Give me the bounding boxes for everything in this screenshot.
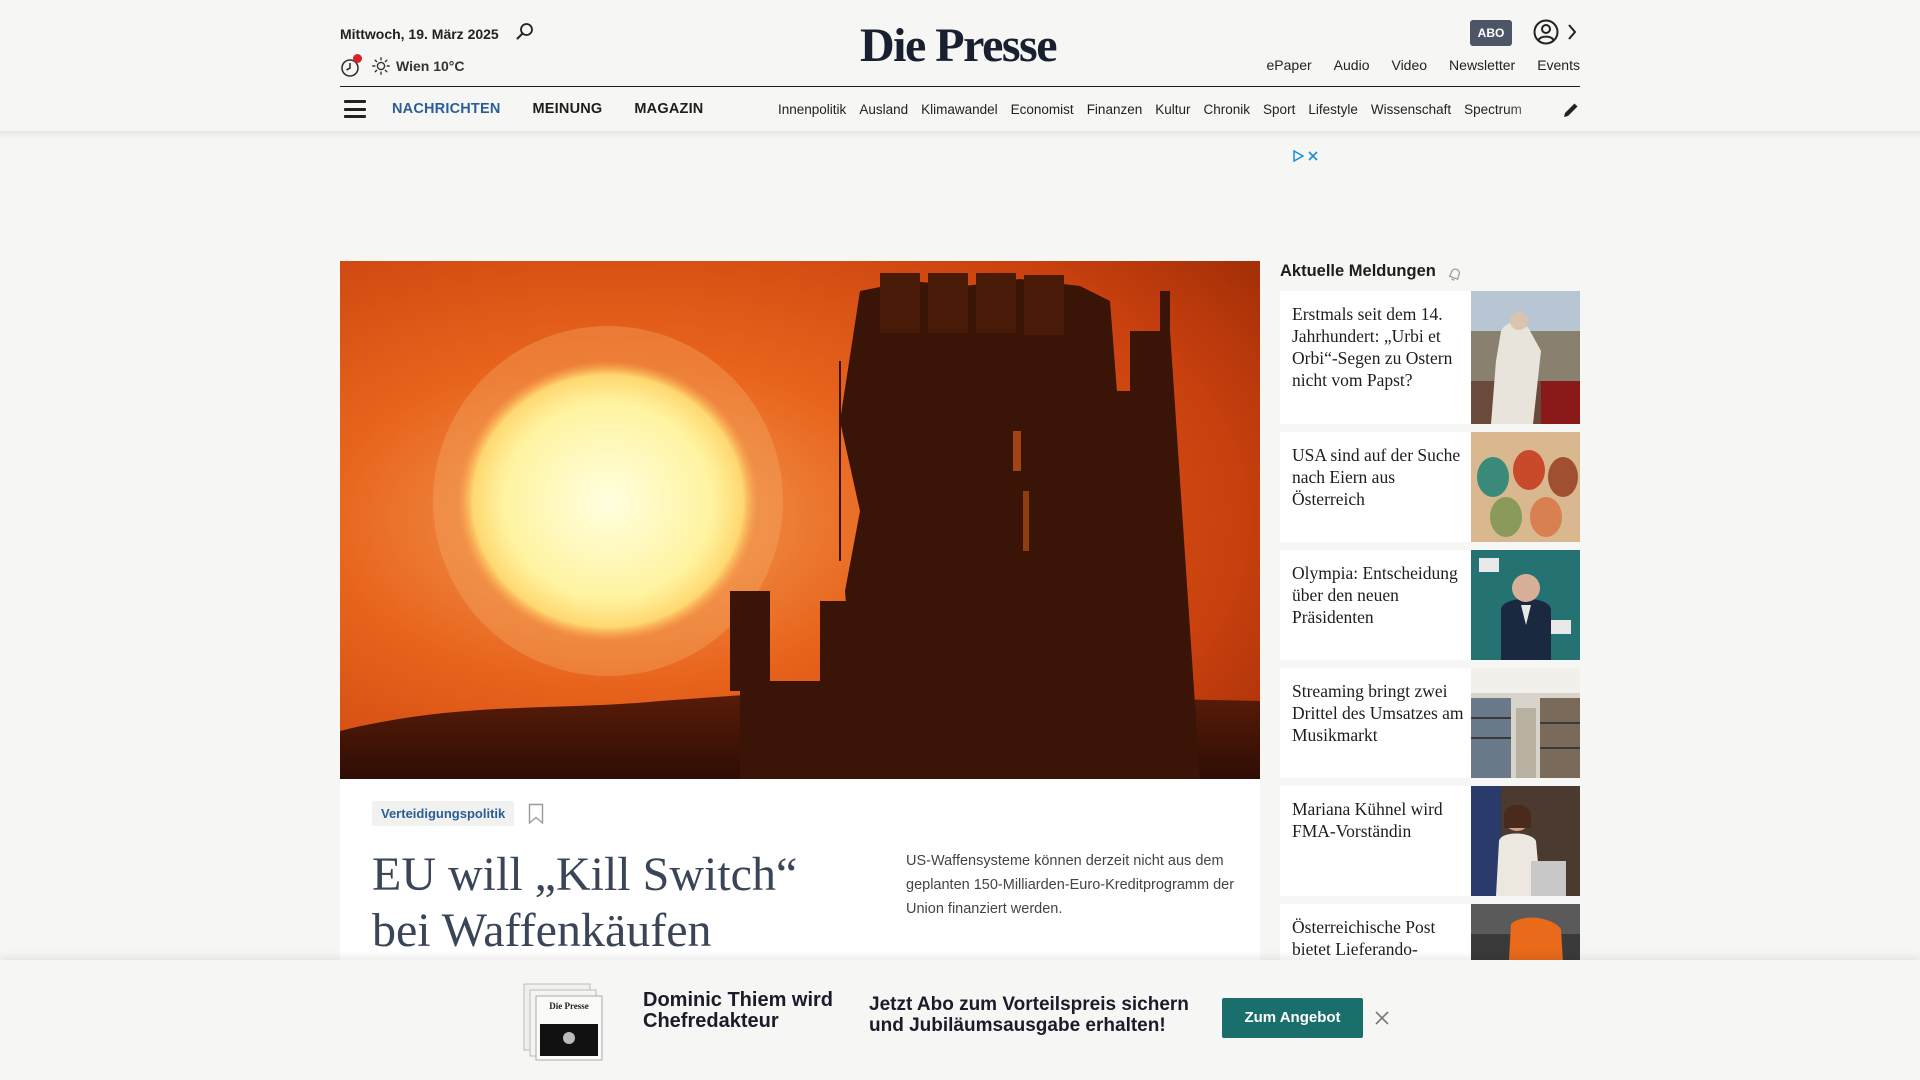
site-header: Mittwoch, 19. März 2025 Wien 10°C Die Pr…: [340, 0, 1580, 132]
list-item[interactable]: Österreichische Post bietet Lieferando-: [1280, 904, 1580, 960]
chevron-right-icon[interactable]: [1566, 22, 1578, 42]
newspaper-promo-image: Die Presse: [523, 983, 603, 1061]
news-thumbnail[interactable]: [1471, 904, 1580, 960]
link-newsletter[interactable]: Newsletter: [1449, 57, 1515, 73]
list-item[interactable]: USA sind auf der Suche nach Eiern aus Ös…: [1280, 432, 1580, 542]
weather-label[interactable]: Wien 10°C: [396, 58, 465, 74]
news-headline[interactable]: Erstmals seit dem 14. Jahrhundert: „Urbi…: [1292, 303, 1464, 391]
header-divider: [340, 86, 1580, 87]
current-date: Mittwoch, 19. März 2025: [340, 26, 499, 42]
news-headline[interactable]: Streaming bringt zwei Drittel des Umsatz…: [1292, 680, 1464, 746]
ad-close-icon[interactable]: [1308, 151, 1318, 161]
site-logo[interactable]: Die Presse: [860, 18, 1058, 73]
bell-icon[interactable]: [1447, 266, 1463, 282]
subscription-banner: Die Presse Dominic Thiem wird Chefredakt…: [0, 960, 1920, 1080]
link-video[interactable]: Video: [1391, 57, 1427, 73]
zum-angebot-button[interactable]: Zum Angebot: [1222, 998, 1363, 1038]
ad-info-icon[interactable]: [1292, 150, 1304, 162]
main-nav: NACHRICHTEN MEINUNG MAGAZIN: [392, 101, 703, 117]
hero-teaser: US-Waffensysteme können derzeit nicht au…: [906, 853, 1235, 917]
ad-choices[interactable]: [1292, 149, 1322, 163]
abo-button[interactable]: ABO: [1470, 20, 1512, 46]
news-thumbnail[interactable]: [1471, 432, 1580, 542]
section-nav: Innenpolitik Ausland Klimawandel Economi…: [778, 102, 1548, 117]
category-tag[interactable]: Verteidigungspolitik: [372, 801, 515, 826]
link-events[interactable]: Events: [1537, 57, 1580, 73]
news-list: Erstmals seit dem 14. Jahrhundert: „Urbi…: [1280, 291, 1580, 960]
news-thumbnail[interactable]: [1471, 786, 1580, 896]
section-innenpolitik[interactable]: Innenpolitik: [778, 102, 846, 117]
close-icon[interactable]: [1374, 1010, 1390, 1026]
news-thumbnail[interactable]: [1471, 291, 1580, 424]
list-item[interactable]: Olympia: Entscheidung über den neuen Prä…: [1280, 550, 1580, 660]
news-thumbnail[interactable]: [1471, 668, 1580, 778]
promo-title: Dominic Thiem wird Chefredakteur: [643, 989, 834, 1032]
nav-nachrichten[interactable]: NACHRICHTEN: [392, 101, 501, 117]
section-wissenschaft[interactable]: Wissenschaft: [1371, 102, 1451, 117]
news-headline[interactable]: Mariana Kühnel wird FMA-Vorständin: [1292, 798, 1464, 842]
section-chronik[interactable]: Chronik: [1204, 102, 1251, 117]
section-ausland[interactable]: Ausland: [859, 102, 908, 117]
nav-magazin[interactable]: MAGAZIN: [634, 101, 703, 117]
section-finanzen[interactable]: Finanzen: [1087, 102, 1143, 117]
news-headline[interactable]: Österreichische Post bietet Lieferando-: [1292, 916, 1464, 960]
link-epaper[interactable]: ePaper: [1267, 57, 1312, 73]
hero-headline[interactable]: EU will „Kill Switch“ bei Waffenkäufen: [372, 847, 852, 959]
hero-article-card[interactable]: Verteidigungspolitik EU will „Kill Switc…: [340, 779, 1260, 979]
list-item[interactable]: Erstmals seit dem 14. Jahrhundert: „Urbi…: [1280, 291, 1580, 424]
header-shadow: [0, 131, 1920, 139]
user-account-icon[interactable]: [1532, 18, 1560, 46]
hero-image[interactable]: [340, 261, 1260, 779]
list-item[interactable]: Streaming bringt zwei Drittel des Umsatz…: [1280, 668, 1580, 778]
svg-text:Die Presse: Die Presse: [549, 1001, 589, 1011]
news-thumbnail[interactable]: [1471, 550, 1580, 660]
live-indicator-dot: [353, 54, 362, 63]
bookmark-icon[interactable]: [528, 803, 544, 825]
search-icon[interactable]: [516, 22, 534, 40]
section-klimawandel[interactable]: Klimawandel: [921, 102, 998, 117]
section-spectrum[interactable]: Spectrum: [1464, 102, 1522, 117]
section-economist[interactable]: Economist: [1011, 102, 1074, 117]
nav-meinung[interactable]: MEINUNG: [533, 101, 603, 117]
pencil-icon[interactable]: [1562, 101, 1580, 119]
news-headline[interactable]: Olympia: Entscheidung über den neuen Prä…: [1292, 562, 1464, 628]
list-item[interactable]: Mariana Kühnel wird FMA-Vorständin: [1280, 786, 1580, 896]
top-links: ePaper Audio Video Newsletter Events: [1267, 57, 1580, 73]
promo-offer: Jetzt Abo zum Vorteilspreis sichern und …: [869, 994, 1189, 1036]
sidebar-title: Aktuelle Meldungen: [1280, 262, 1436, 280]
news-headline[interactable]: USA sind auf der Suche nach Eiern aus Ös…: [1292, 444, 1464, 510]
link-audio[interactable]: Audio: [1334, 57, 1370, 73]
sun-icon: [372, 57, 390, 75]
menu-icon[interactable]: [344, 100, 366, 118]
section-sport[interactable]: Sport: [1263, 102, 1295, 117]
section-lifestyle[interactable]: Lifestyle: [1308, 102, 1358, 117]
section-kultur[interactable]: Kultur: [1155, 102, 1190, 117]
